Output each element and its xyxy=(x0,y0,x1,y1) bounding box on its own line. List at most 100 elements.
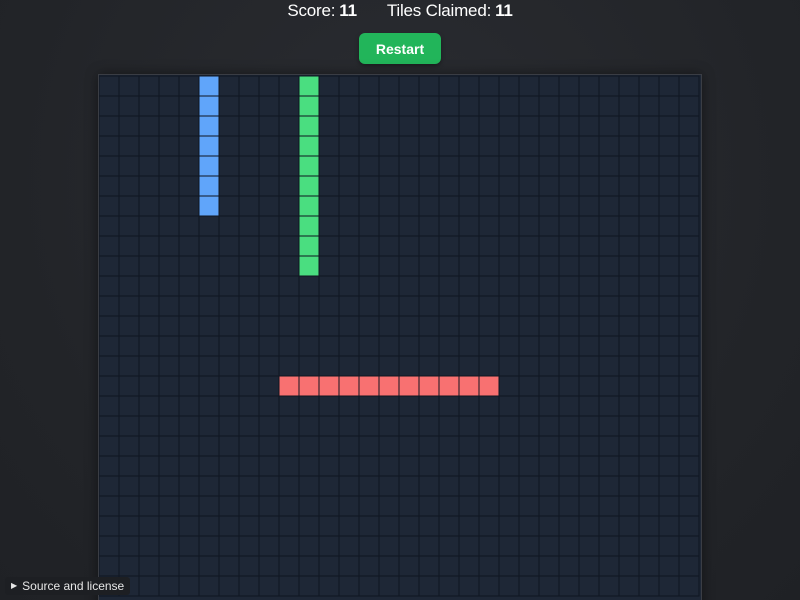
grid-cell[interactable] xyxy=(638,575,660,597)
grid-cell[interactable] xyxy=(358,95,380,117)
grid-cell[interactable] xyxy=(278,435,300,457)
grid-cell[interactable] xyxy=(218,255,240,277)
grid-cell[interactable] xyxy=(478,415,500,437)
grid-cell[interactable] xyxy=(558,475,580,497)
grid-cell[interactable] xyxy=(658,375,680,397)
grid-cell[interactable] xyxy=(478,355,500,377)
grid-cell[interactable] xyxy=(278,175,300,197)
grid-cell[interactable] xyxy=(658,355,680,377)
grid-cell[interactable] xyxy=(458,95,480,117)
grid-cell[interactable] xyxy=(378,395,400,417)
grid-cell[interactable] xyxy=(118,455,140,477)
grid-cell[interactable] xyxy=(398,495,420,517)
grid-cell[interactable] xyxy=(618,335,640,357)
grid-cell[interactable] xyxy=(418,115,440,137)
grid-cell[interactable] xyxy=(578,155,600,177)
grid-cell[interactable] xyxy=(378,535,400,557)
grid-cell[interactable] xyxy=(138,435,160,457)
grid-cell[interactable] xyxy=(498,195,520,217)
grid-cell[interactable] xyxy=(178,495,200,517)
grid-cell[interactable] xyxy=(498,275,520,297)
grid-cell[interactable] xyxy=(99,535,120,557)
grid-cell[interactable] xyxy=(118,435,140,457)
grid-cell[interactable] xyxy=(458,415,480,437)
grid-cell[interactable] xyxy=(438,575,460,597)
grid-cell[interactable] xyxy=(478,295,500,317)
grid-cell[interactable] xyxy=(558,135,580,157)
grid-cell[interactable] xyxy=(478,535,500,557)
grid-cell[interactable] xyxy=(378,135,400,157)
grid-cell[interactable] xyxy=(618,235,640,257)
grid-cell[interactable] xyxy=(398,275,420,297)
grid-cell[interactable] xyxy=(258,575,280,597)
grid-cell[interactable] xyxy=(618,255,640,277)
grid-cell[interactable] xyxy=(478,235,500,257)
grid-cell[interactable] xyxy=(418,555,440,577)
grid-cell[interactable] xyxy=(678,455,700,477)
grid-cell[interactable] xyxy=(358,515,380,537)
grid-cell[interactable] xyxy=(258,195,280,217)
grid-cell[interactable] xyxy=(99,95,120,117)
grid-cell[interactable] xyxy=(558,355,580,377)
grid-cell[interactable] xyxy=(618,115,640,137)
grid-cell[interactable] xyxy=(238,275,260,297)
grid-cell[interactable] xyxy=(418,435,440,457)
grid-cell[interactable] xyxy=(578,355,600,377)
grid-cell[interactable] xyxy=(278,495,300,517)
claimed-tile[interactable] xyxy=(298,115,320,137)
grid-cell[interactable] xyxy=(578,295,600,317)
claimed-tile[interactable] xyxy=(398,375,420,397)
grid-cell[interactable] xyxy=(578,215,600,237)
grid-cell[interactable] xyxy=(658,295,680,317)
grid-cell[interactable] xyxy=(238,415,260,437)
grid-cell[interactable] xyxy=(178,295,200,317)
grid-cell[interactable] xyxy=(99,175,120,197)
grid-cell[interactable] xyxy=(158,355,180,377)
grid-cell[interactable] xyxy=(338,75,360,97)
grid-cell[interactable] xyxy=(318,455,340,477)
grid-cell[interactable] xyxy=(638,375,660,397)
grid-cell[interactable] xyxy=(658,315,680,337)
claimed-tile[interactable] xyxy=(418,375,440,397)
grid-cell[interactable] xyxy=(358,475,380,497)
grid-cell[interactable] xyxy=(278,75,300,97)
grid-cell[interactable] xyxy=(618,575,640,597)
grid-cell[interactable] xyxy=(338,95,360,117)
grid-cell[interactable] xyxy=(558,255,580,277)
claimed-tile[interactable] xyxy=(198,155,220,177)
grid-cell[interactable] xyxy=(658,515,680,537)
grid-cell[interactable] xyxy=(478,335,500,357)
grid-cell[interactable] xyxy=(518,115,540,137)
grid-cell[interactable] xyxy=(678,555,700,577)
grid-cell[interactable] xyxy=(138,155,160,177)
grid-cell[interactable] xyxy=(658,175,680,197)
grid-cell[interactable] xyxy=(99,495,120,517)
grid-cell[interactable] xyxy=(678,135,700,157)
grid-cell[interactable] xyxy=(278,575,300,597)
grid-cell[interactable] xyxy=(99,195,120,217)
claimed-tile[interactable] xyxy=(298,195,320,217)
grid-cell[interactable] xyxy=(518,315,540,337)
grid-cell[interactable] xyxy=(618,395,640,417)
grid-cell[interactable] xyxy=(558,375,580,397)
grid-cell[interactable] xyxy=(618,515,640,537)
grid-cell[interactable] xyxy=(378,155,400,177)
grid-cell[interactable] xyxy=(158,295,180,317)
grid-cell[interactable] xyxy=(238,235,260,257)
grid-cell[interactable] xyxy=(458,295,480,317)
grid-cell[interactable] xyxy=(318,495,340,517)
grid-cell[interactable] xyxy=(218,175,240,197)
grid-cell[interactable] xyxy=(198,535,220,557)
grid-cell[interactable] xyxy=(338,355,360,377)
grid-cell[interactable] xyxy=(398,255,420,277)
grid-cell[interactable] xyxy=(278,115,300,137)
grid-cell[interactable] xyxy=(118,115,140,137)
grid-cell[interactable] xyxy=(478,215,500,237)
grid-cell[interactable] xyxy=(158,75,180,97)
grid-cell[interactable] xyxy=(458,115,480,137)
grid-cell[interactable] xyxy=(118,255,140,277)
grid-cell[interactable] xyxy=(498,135,520,157)
grid-cell[interactable] xyxy=(238,535,260,557)
grid-cell[interactable] xyxy=(358,555,380,577)
grid-cell[interactable] xyxy=(318,575,340,597)
